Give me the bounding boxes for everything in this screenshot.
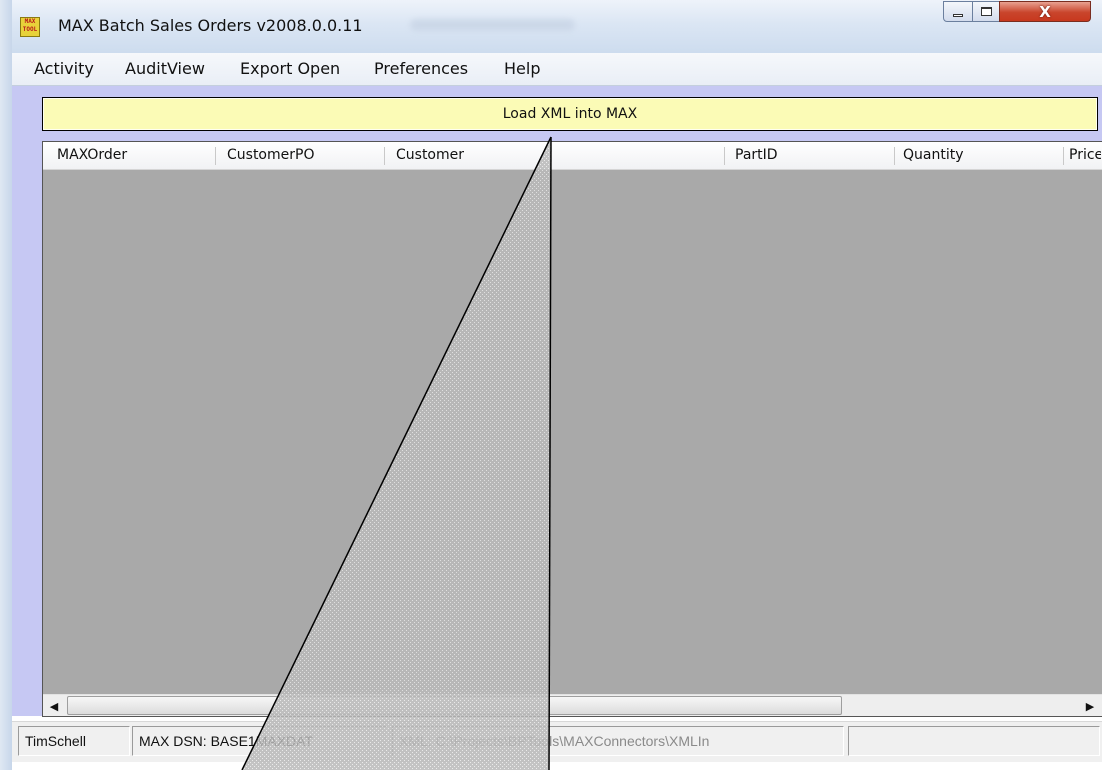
horizontal-scrollbar[interactable]: ◀ ▶ xyxy=(43,694,1102,716)
menu-preferences[interactable]: Preferences xyxy=(374,59,468,78)
window-title: MAX Batch Sales Orders v2008.0.0.11 xyxy=(58,16,363,35)
maximize-icon xyxy=(980,7,992,16)
grid-header: MAXOrder CustomerPO Customer PartID Quan… xyxy=(43,142,1102,170)
scroll-left-icon[interactable]: ◀ xyxy=(43,695,65,716)
menu-bar: Activity AuditView Export Open Preferenc… xyxy=(12,53,1102,86)
status-extra-panel xyxy=(848,726,1100,756)
column-divider[interactable] xyxy=(1063,147,1064,165)
scroll-right-icon[interactable]: ▶ xyxy=(1079,695,1101,716)
minimize-icon xyxy=(953,14,963,17)
column-header-maxorder[interactable]: MAXOrder xyxy=(57,142,207,169)
column-header-customerpo[interactable]: CustomerPO xyxy=(227,142,377,169)
column-header-customer[interactable]: Customer xyxy=(396,142,716,169)
close-button[interactable]: X xyxy=(999,1,1091,22)
load-xml-button[interactable]: Load XML into MAX xyxy=(42,97,1098,131)
menu-auditview[interactable]: AuditView xyxy=(125,59,205,78)
column-header-price[interactable]: Price xyxy=(1069,142,1101,169)
status-dsn: MAX DSN: BASE1MAXDAT xyxy=(132,726,388,756)
maximize-button[interactable] xyxy=(972,1,1000,22)
menu-export-open[interactable]: Export Open xyxy=(240,59,340,78)
scroll-thumb[interactable] xyxy=(67,696,842,715)
status-user: TimSchell xyxy=(18,726,130,756)
minimize-button[interactable] xyxy=(943,1,973,22)
column-divider[interactable] xyxy=(384,147,385,165)
status-xml-path: XML: C:\Projects\BPTools\MAXConnectors\X… xyxy=(392,726,844,756)
menu-activity[interactable]: Activity xyxy=(34,59,94,78)
orders-grid[interactable]: MAXOrder CustomerPO Customer PartID Quan… xyxy=(42,141,1102,717)
title-redacted-text xyxy=(410,19,575,31)
window-frame xyxy=(0,0,12,770)
column-divider[interactable] xyxy=(894,147,895,165)
column-divider[interactable] xyxy=(724,147,725,165)
close-icon: X xyxy=(1039,2,1051,21)
menu-help[interactable]: Help xyxy=(504,59,540,78)
column-header-quantity[interactable]: Quantity xyxy=(903,142,1053,169)
column-header-partid[interactable]: PartID xyxy=(735,142,885,169)
app-window: MAX TOOL MAX Batch Sales Orders v2008.0.… xyxy=(0,0,1102,770)
column-divider[interactable] xyxy=(215,147,216,165)
app-icon[interactable]: MAX TOOL xyxy=(20,17,40,37)
